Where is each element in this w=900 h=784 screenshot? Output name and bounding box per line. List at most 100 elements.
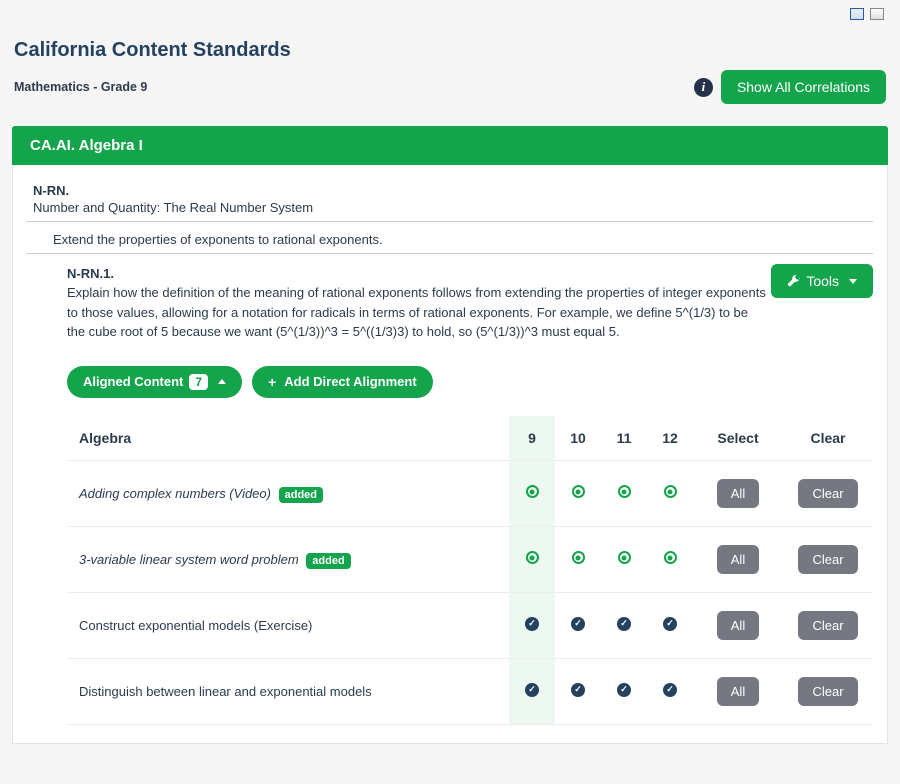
row-title-cell: Construct exponential models (Exercise)	[67, 592, 509, 658]
cell-grade-10	[555, 526, 601, 592]
tools-label: Tools	[806, 273, 839, 289]
clear-button[interactable]: Clear	[798, 677, 857, 706]
wrench-icon	[787, 275, 800, 288]
cell-grade-9	[509, 592, 555, 658]
cell-grade-10	[555, 592, 601, 658]
aligned-content-button[interactable]: Aligned Content 7	[67, 366, 242, 398]
cell-grade-11	[601, 592, 647, 658]
aligned-check-icon[interactable]	[663, 617, 677, 631]
col-grade-10: 10	[555, 416, 601, 461]
cell-clear: Clear	[783, 658, 873, 724]
col-clear: Clear	[783, 416, 873, 461]
aligned-check-icon[interactable]	[571, 617, 585, 631]
aligned-check-icon[interactable]	[525, 683, 539, 697]
cell-grade-9	[509, 658, 555, 724]
col-subject: Algebra	[67, 416, 509, 461]
table-row: Adding complex numbers (Video) added All C…	[67, 460, 873, 526]
select-all-button[interactable]: All	[717, 545, 759, 574]
aligned-ring-icon[interactable]	[664, 551, 677, 564]
clear-button[interactable]: Clear	[798, 545, 857, 574]
select-all-button[interactable]: All	[717, 479, 759, 508]
aligned-content-label: Aligned Content	[83, 374, 183, 389]
table-row: 3-variable linear system word problem ad…	[67, 526, 873, 592]
cell-grade-10	[555, 658, 601, 724]
table-row: Construct exponential models (Exercise) A…	[67, 592, 873, 658]
aligned-check-icon[interactable]	[663, 683, 677, 697]
aligned-content-table: Algebra 9 10 11 12 Select Clear Adding c…	[67, 416, 873, 725]
section-header: CA.AI. Algebra I	[12, 126, 888, 165]
row-title[interactable]: Adding complex numbers (Video)	[79, 486, 271, 501]
chevron-up-icon	[218, 379, 226, 384]
cell-grade-11	[601, 658, 647, 724]
aligned-ring-icon[interactable]	[664, 485, 677, 498]
cell-select: All	[693, 460, 783, 526]
cell-grade-12	[647, 460, 693, 526]
cell-grade-9	[509, 460, 555, 526]
page-title: California Content Standards	[12, 27, 888, 68]
col-grade-12: 12	[647, 416, 693, 461]
top-icon-bar	[12, 8, 888, 27]
window-icon[interactable]	[850, 8, 864, 20]
standard-detail: Tools N-RN.1. Explain how the definition…	[27, 254, 873, 342]
aligned-ring-icon[interactable]	[526, 551, 539, 564]
cell-select: All	[693, 592, 783, 658]
table-row: Distinguish between linear and exponenti…	[67, 658, 873, 724]
clear-button[interactable]: Clear	[798, 611, 857, 640]
standard-subcategory: Extend the properties of exponents to ra…	[27, 228, 873, 254]
aligned-content-count: 7	[189, 374, 208, 390]
show-all-correlations-button[interactable]: Show All Correlations	[721, 70, 886, 104]
clear-button[interactable]: Clear	[798, 479, 857, 508]
grade-label: Mathematics - Grade 9	[14, 80, 147, 94]
add-direct-alignment-button[interactable]: + Add Direct Alignment	[252, 366, 433, 398]
cell-clear: Clear	[783, 460, 873, 526]
aligned-ring-icon[interactable]	[618, 485, 631, 498]
standard-detail-text: Explain how the definition of the meanin…	[67, 281, 767, 342]
standard-name: Number and Quantity: The Real Number Sys…	[33, 198, 867, 215]
cell-select: All	[693, 658, 783, 724]
cell-select: All	[693, 526, 783, 592]
select-all-button[interactable]: All	[717, 611, 759, 640]
standard-detail-code: N-RN.1.	[67, 266, 861, 281]
chevron-down-icon	[849, 279, 857, 284]
aligned-check-icon[interactable]	[571, 683, 585, 697]
cell-clear: Clear	[783, 526, 873, 592]
aligned-ring-icon[interactable]	[572, 485, 585, 498]
cell-grade-12	[647, 658, 693, 724]
row-title-cell: 3-variable linear system word problem ad…	[67, 526, 509, 592]
plus-icon: +	[268, 374, 276, 390]
aligned-check-icon[interactable]	[617, 683, 631, 697]
cell-grade-11	[601, 460, 647, 526]
aligned-check-icon[interactable]	[617, 617, 631, 631]
row-title-cell: Distinguish between linear and exponenti…	[67, 658, 509, 724]
add-direct-alignment-label: Add Direct Alignment	[284, 374, 416, 389]
cell-grade-9	[509, 526, 555, 592]
aligned-check-icon[interactable]	[525, 617, 539, 631]
row-title[interactable]: Construct exponential models (Exercise)	[79, 618, 312, 633]
aligned-ring-icon[interactable]	[572, 551, 585, 564]
select-all-button[interactable]: All	[717, 677, 759, 706]
added-badge: added	[306, 553, 350, 569]
info-icon[interactable]: i	[694, 78, 713, 97]
print-icon[interactable]	[870, 8, 884, 20]
standard-header: N-RN. Number and Quantity: The Real Numb…	[27, 183, 873, 222]
col-grade-9: 9	[509, 416, 555, 461]
aligned-ring-icon[interactable]	[526, 485, 539, 498]
aligned-ring-icon[interactable]	[618, 551, 631, 564]
cell-grade-11	[601, 526, 647, 592]
col-grade-11: 11	[601, 416, 647, 461]
cell-grade-12	[647, 592, 693, 658]
row-title[interactable]: Distinguish between linear and exponenti…	[79, 684, 372, 699]
col-select: Select	[693, 416, 783, 461]
pill-row: Aligned Content 7 + Add Direct Alignment	[27, 342, 873, 406]
show-all-correlations-label: Show All Correlations	[737, 79, 870, 95]
subheader-row: Mathematics - Grade 9 i Show All Correla…	[12, 68, 888, 118]
cell-grade-10	[555, 460, 601, 526]
content-panel: N-RN. Number and Quantity: The Real Numb…	[12, 165, 888, 744]
cell-clear: Clear	[783, 592, 873, 658]
row-title-cell: Adding complex numbers (Video) added	[67, 460, 509, 526]
row-title[interactable]: 3-variable linear system word problem	[79, 552, 299, 567]
cell-grade-12	[647, 526, 693, 592]
tools-button[interactable]: Tools	[771, 264, 873, 298]
standard-code: N-RN.	[33, 183, 867, 198]
added-badge: added	[279, 487, 323, 503]
